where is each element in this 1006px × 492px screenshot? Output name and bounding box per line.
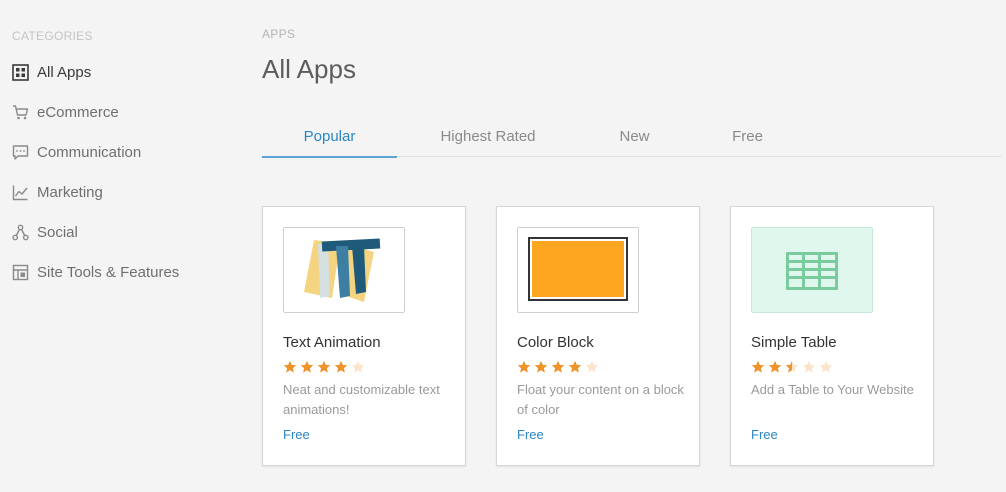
star-rating bbox=[517, 360, 602, 374]
text-animation-icon bbox=[304, 238, 381, 302]
app-description: Add a Table to Your Website bbox=[751, 382, 914, 397]
tab-popular[interactable]: Popular bbox=[262, 118, 397, 158]
star-icon bbox=[334, 360, 348, 373]
share-icon bbox=[12, 224, 29, 241]
app-name: Text Animation bbox=[283, 334, 381, 351]
page-title: All Apps bbox=[262, 54, 356, 84]
star-icon bbox=[517, 360, 531, 373]
app-name: Simple Table bbox=[751, 334, 837, 351]
tools-icon bbox=[12, 264, 29, 281]
sidebar-item-social[interactable]: Social bbox=[0, 212, 240, 252]
star-icon bbox=[551, 360, 565, 373]
grid-icon bbox=[12, 63, 29, 81]
tab-free[interactable]: Free bbox=[710, 118, 785, 157]
color-block-icon bbox=[528, 237, 628, 301]
app-thumbnail bbox=[517, 227, 639, 313]
star-icon bbox=[802, 360, 816, 373]
app-price: Free bbox=[517, 427, 544, 442]
sidebar-item-all-apps[interactable]: All Apps bbox=[0, 52, 240, 92]
breadcrumb[interactable]: APPS bbox=[262, 27, 295, 41]
app-marketplace: CATEGORIES All Apps eCommerce Communicat… bbox=[0, 0, 1006, 492]
tab-highest-rated[interactable]: Highest Rated bbox=[418, 118, 558, 157]
star-icon bbox=[819, 360, 833, 373]
star-icon bbox=[751, 360, 765, 373]
star-icon bbox=[300, 360, 314, 373]
tab-new[interactable]: New bbox=[597, 118, 672, 157]
cart-icon bbox=[12, 104, 29, 121]
sidebar-item-site-tools[interactable]: Site Tools & Features bbox=[0, 252, 240, 292]
star-icon bbox=[317, 360, 331, 373]
sidebar-item-label: Marketing bbox=[37, 183, 103, 201]
app-description: Float your content on a block of color bbox=[517, 382, 684, 417]
sidebar-item-label: eCommerce bbox=[37, 103, 119, 121]
star-icon bbox=[785, 360, 799, 373]
sidebar-item-ecommerce[interactable]: eCommerce bbox=[0, 92, 240, 132]
sidebar-item-label: Communication bbox=[37, 143, 142, 161]
app-card-simple-table[interactable]: Simple Table Add a Table to Your Website… bbox=[730, 206, 934, 466]
star-icon bbox=[585, 360, 599, 373]
app-price: Free bbox=[751, 427, 778, 442]
star-icon bbox=[768, 360, 782, 373]
sidebar-item-label: Site Tools & Features bbox=[37, 263, 180, 281]
app-card-text-animation[interactable]: Text Animation Neat and customizable tex… bbox=[262, 206, 466, 466]
filter-tabs: Popular Highest Rated New Free bbox=[262, 118, 1002, 158]
sidebar-item-label: Social bbox=[37, 223, 78, 241]
categories-heading: CATEGORIES bbox=[12, 29, 93, 43]
sidebar-item-label: All Apps bbox=[37, 63, 92, 81]
star-icon bbox=[534, 360, 548, 373]
app-price: Free bbox=[283, 427, 310, 442]
category-list: All Apps eCommerce Communication Marketi… bbox=[0, 52, 240, 292]
sidebar-item-marketing[interactable]: Marketing bbox=[0, 172, 240, 212]
star-icon bbox=[351, 360, 365, 373]
app-description: Neat and customizable text animations! bbox=[283, 382, 440, 417]
app-thumbnail bbox=[283, 227, 405, 313]
chat-icon bbox=[12, 144, 29, 161]
app-name: Color Block bbox=[517, 334, 594, 351]
app-card-color-block[interactable]: Color Block Float your content on a bloc… bbox=[496, 206, 700, 466]
sidebar-item-communication[interactable]: Communication bbox=[0, 132, 240, 172]
table-icon bbox=[786, 252, 838, 290]
star-rating bbox=[283, 360, 368, 374]
star-icon bbox=[568, 360, 582, 373]
chart-icon bbox=[12, 184, 29, 201]
category-sidebar: CATEGORIES All Apps eCommerce Communicat… bbox=[0, 0, 240, 492]
star-rating bbox=[751, 360, 836, 374]
star-icon bbox=[283, 360, 297, 373]
app-thumbnail bbox=[751, 227, 873, 313]
main-content: APPS All Apps Popular Highest Rated New … bbox=[262, 0, 1006, 492]
